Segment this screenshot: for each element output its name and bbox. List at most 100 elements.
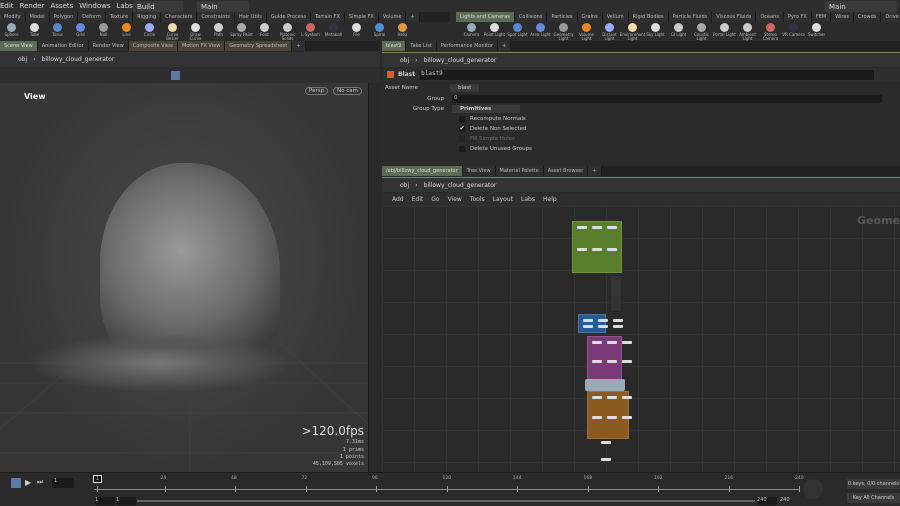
network-node[interactable]	[613, 319, 623, 322]
checkbox[interactable]	[459, 146, 465, 152]
toggle-fill-simple-holes[interactable]: Fill Simple Holes	[459, 134, 900, 144]
shelf-tool[interactable]: Volume Light	[575, 22, 598, 41]
shelf-tool[interactable]: Switcher	[805, 22, 828, 37]
shelf-tool[interactable]: Grid	[69, 22, 92, 37]
key-icon[interactable]	[803, 479, 823, 499]
shelf-tab[interactable]: Deform	[78, 12, 106, 22]
pane-tab[interactable]: Motion FX View	[178, 41, 226, 51]
network-node[interactable]	[607, 396, 617, 399]
checkbox[interactable]	[459, 136, 465, 142]
network-box-sources[interactable]	[572, 221, 622, 273]
shelf-tool[interactable]: Spot Light	[506, 22, 529, 37]
checkbox[interactable]	[459, 116, 465, 122]
shelf-tab[interactable]: Rigid Bodies	[628, 12, 669, 22]
display-toolbar[interactable]	[368, 83, 380, 472]
end-field[interactable]: 240	[757, 497, 777, 505]
network-node[interactable]	[598, 319, 608, 322]
shelf-tab[interactable]: Particle Fluids	[668, 12, 713, 22]
group-type-select[interactable]: Primitives	[452, 105, 520, 113]
menu-labs[interactable]: Labs	[117, 2, 133, 10]
network-menu-edit[interactable]: Edit	[412, 196, 424, 203]
pane-tab[interactable]: Take List	[406, 41, 437, 51]
network-node[interactable]	[607, 341, 617, 344]
shelf-tool[interactable]: Sky Light	[644, 22, 667, 37]
shelf-tool[interactable]: Ambient Light	[736, 22, 759, 41]
shelf-tool[interactable]: Spray Paint	[230, 22, 253, 37]
shelf-tab[interactable]: Polygon	[49, 12, 79, 22]
context-select[interactable]: Main	[197, 1, 249, 12]
toggle-recompute-normals[interactable]: Recompute Normals	[459, 114, 900, 124]
add-tab-button[interactable]: +	[498, 41, 512, 51]
network-node[interactable]	[613, 324, 623, 328]
shelf-tab[interactable]: Particles	[547, 12, 578, 22]
path-node[interactable]: billowy_cloud_generator	[42, 56, 115, 63]
pane-tab[interactable]: Asset Browser	[543, 166, 589, 176]
pane-tab[interactable]: Composite View	[128, 41, 178, 51]
network-menu-help[interactable]: Help	[543, 196, 557, 203]
shelf-tool[interactable]: Sphere	[0, 22, 23, 37]
desktop-select[interactable]: Build	[133, 1, 183, 12]
pane-tab[interactable]: blast9	[382, 41, 407, 51]
shelf-tool[interactable]: Stereo Camera	[759, 22, 782, 41]
network-node[interactable]	[622, 359, 632, 363]
network-node[interactable]	[577, 226, 587, 229]
pane-tab[interactable]: Geometry Spreadsheet	[225, 41, 293, 51]
network-node[interactable]	[622, 416, 632, 419]
shelf-tab[interactable]: Guide Process	[266, 12, 312, 22]
pane-tab[interactable]: /obj/billowy_cloud_generator	[382, 166, 463, 176]
network-box-noise[interactable]	[587, 336, 632, 381]
shelf-tab[interactable]: Characters	[161, 12, 198, 22]
shelf-tool[interactable]: Null	[92, 22, 115, 37]
network-box-merge[interactable]	[578, 314, 623, 333]
shelf-tab[interactable]: Constraints	[197, 12, 235, 22]
camera-menu[interactable]: No cam	[333, 87, 362, 95]
network-menu-tools[interactable]: Tools	[470, 196, 485, 203]
network-node[interactable]	[592, 396, 602, 399]
menu-windows[interactable]: Windows	[79, 2, 110, 10]
network-node[interactable]	[592, 416, 602, 419]
shelf-tab[interactable]: Collisions	[514, 12, 548, 22]
shelf-tool[interactable]: Metaball	[322, 22, 345, 37]
end2-field[interactable]: 240	[780, 497, 790, 503]
path-node[interactable]: billowy_cloud_generator	[424, 182, 497, 189]
network-node[interactable]	[583, 319, 593, 322]
network-node[interactable]	[622, 396, 632, 399]
menu-render[interactable]: Render	[20, 2, 45, 10]
network-node[interactable]	[592, 341, 602, 344]
shelf-tool[interactable]: Geometry Light	[552, 22, 575, 41]
node-name-field[interactable]: blast9	[419, 69, 875, 80]
keys-status[interactable]: 0 keys, 0/0 channels	[847, 479, 900, 489]
volume-nodes[interactable]	[585, 379, 625, 391]
shelf-tab[interactable]: Volume	[378, 12, 407, 22]
shelf-tool[interactable]: Curve Bezier	[161, 22, 184, 41]
shelf-tab[interactable]: Lights and Cameras	[456, 12, 515, 22]
shelf-tool[interactable]: Spiral	[368, 22, 391, 37]
network-node[interactable]	[622, 341, 632, 344]
toggle-delete-non-selected[interactable]: ✔ Delete Non Selected	[459, 124, 900, 134]
network-editor[interactable]: Geome	[382, 206, 900, 472]
menu-edit[interactable]: Edit	[0, 2, 14, 10]
network-node[interactable]	[577, 248, 587, 251]
shelf-tool[interactable]: L-System	[299, 22, 322, 37]
network-node[interactable]	[607, 248, 617, 251]
pane-tab[interactable]: Tree View	[462, 166, 496, 176]
key-all-channels-button[interactable]: Key All Channels	[847, 493, 900, 503]
network-node[interactable]	[607, 226, 617, 229]
path-root[interactable]: obj	[400, 57, 409, 64]
range-slider[interactable]	[137, 500, 755, 502]
context-right-select[interactable]: Main	[825, 1, 897, 12]
network-node[interactable]	[592, 226, 602, 229]
shelf-tool[interactable]: Point Light	[483, 22, 506, 37]
network-node[interactable]	[592, 359, 602, 363]
menu-assets[interactable]: Assets	[50, 2, 73, 10]
shelf-tab[interactable]: Terrain FX	[311, 12, 345, 22]
network-box-output[interactable]	[587, 391, 632, 439]
shelf-tab[interactable]: Modify	[0, 12, 26, 22]
add-tab-button[interactable]: +	[588, 166, 602, 176]
shelf-tool[interactable]: Area Light	[529, 22, 552, 37]
pane-tab[interactable]: Material Palette	[495, 166, 544, 176]
shelf-tab[interactable]: Grains	[577, 12, 603, 22]
shelf-tab[interactable]: Oceans	[756, 12, 784, 22]
network-menu-labs[interactable]: Labs	[521, 196, 535, 203]
output-node[interactable]	[601, 441, 611, 444]
